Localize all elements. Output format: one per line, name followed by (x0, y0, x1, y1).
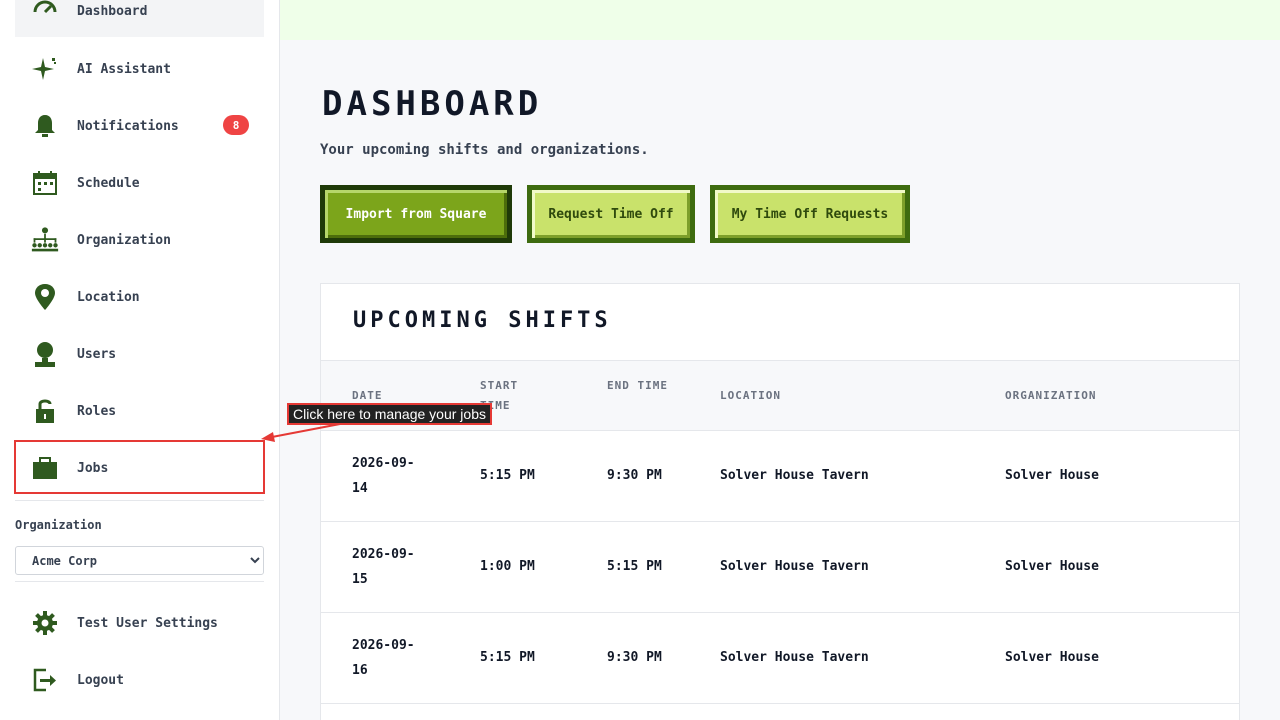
sparkle-icon (31, 55, 59, 83)
sidebar-divider (15, 581, 264, 582)
table-row: 2026-09-14 5:15 PM 9:30 PM Solver House … (321, 431, 1239, 522)
organization-label: Organization (15, 518, 102, 532)
sidebar-item-notifications[interactable]: Notifications 8 (15, 100, 264, 152)
sidebar-item-label: Location (77, 289, 140, 305)
sidebar-item-test-user-settings[interactable]: Test User Settings (15, 597, 264, 649)
upcoming-shifts-title: UPCOMING SHIFTS (353, 308, 612, 333)
sidebar-item-label: Notifications (77, 118, 179, 134)
column-header-location: LOCATION (720, 389, 781, 402)
shift-organization: Solver House (1005, 650, 1099, 665)
sidebar-item-roles[interactable]: Roles (15, 385, 264, 437)
sidebar-item-label: Logout (77, 672, 124, 688)
sidebar-item-label: Organization (77, 232, 171, 248)
shift-end-time: 9:30 PM (607, 468, 662, 483)
my-time-off-requests-button[interactable]: My Time Off Requests (710, 185, 910, 243)
page-title: DASHBOARD (322, 84, 543, 124)
shift-organization: Solver House (1005, 468, 1099, 483)
sidebar-item-organization[interactable]: Organization (15, 214, 264, 266)
sidebar-item-label: Roles (77, 403, 117, 419)
sidebar-item-dashboard[interactable]: Dashboard (15, 0, 264, 37)
sidebar-item-label: Dashboard (77, 3, 148, 19)
shift-start-time: 1:00 PM (480, 559, 535, 574)
column-header-organization: ORGANIZATION (1005, 389, 1097, 402)
shift-location: Solver House Tavern (720, 650, 869, 665)
sidebar-item-label: AI Assistant (77, 61, 171, 77)
sidebar-item-location[interactable]: Location (15, 271, 264, 323)
shift-organization: Solver House (1005, 559, 1099, 574)
shift-start-time: 5:15 PM (480, 468, 535, 483)
bell-icon (31, 112, 59, 140)
top-bar (280, 0, 1280, 40)
dashboard-icon (31, 0, 59, 25)
table-row: 2026-09-15 1:00 PM 5:15 PM Solver House … (321, 522, 1239, 613)
upcoming-shifts-card: UPCOMING SHIFTS DATE START TIME END TIME… (320, 283, 1240, 720)
shift-date: 2026-09-15 (352, 547, 415, 587)
column-header-end-time: END TIME (607, 379, 668, 392)
sidebar-item-logout[interactable]: Logout (15, 654, 264, 706)
shift-end-time: 5:15 PM (607, 559, 662, 574)
shift-date: 2026-09-14 (352, 456, 415, 496)
shift-start-time: 5:15 PM (480, 650, 535, 665)
user-icon (31, 340, 59, 368)
shift-location: Solver House Tavern (720, 559, 869, 574)
sidebar-item-label: Users (77, 346, 117, 362)
org-chart-icon (31, 226, 59, 254)
logout-icon (31, 666, 59, 694)
sidebar: Dashboard AI Assistant Notifications 8 S… (0, 0, 280, 720)
table-row: 2026-09-16 5:15 PM 9:30 PM Solver House … (321, 613, 1239, 704)
shift-end-time: 9:30 PM (607, 650, 662, 665)
shift-location: Solver House Tavern (720, 468, 869, 483)
notification-count-badge: 8 (223, 115, 249, 135)
sidebar-item-ai-assistant[interactable]: AI Assistant (15, 43, 264, 95)
request-time-off-button[interactable]: Request Time Off (527, 185, 695, 243)
import-from-square-button[interactable]: Import from Square (320, 185, 512, 243)
sidebar-item-label: Test User Settings (77, 615, 218, 631)
calendar-icon (31, 169, 59, 197)
page-subtitle: Your upcoming shifts and organizations. (320, 142, 649, 158)
sidebar-divider (15, 500, 264, 501)
sidebar-item-schedule[interactable]: Schedule (15, 157, 264, 209)
jobs-highlight-box (14, 440, 265, 494)
shift-date: 2026-09-16 (352, 638, 415, 678)
sidebar-item-users[interactable]: Users (15, 328, 264, 380)
sidebar-item-label: Schedule (77, 175, 140, 191)
lock-icon (31, 397, 59, 425)
organization-select[interactable]: Acme Corp (15, 546, 264, 575)
tooltip: Click here to manage your jobs (287, 403, 492, 425)
map-pin-icon (31, 283, 59, 311)
gear-icon (31, 609, 59, 637)
